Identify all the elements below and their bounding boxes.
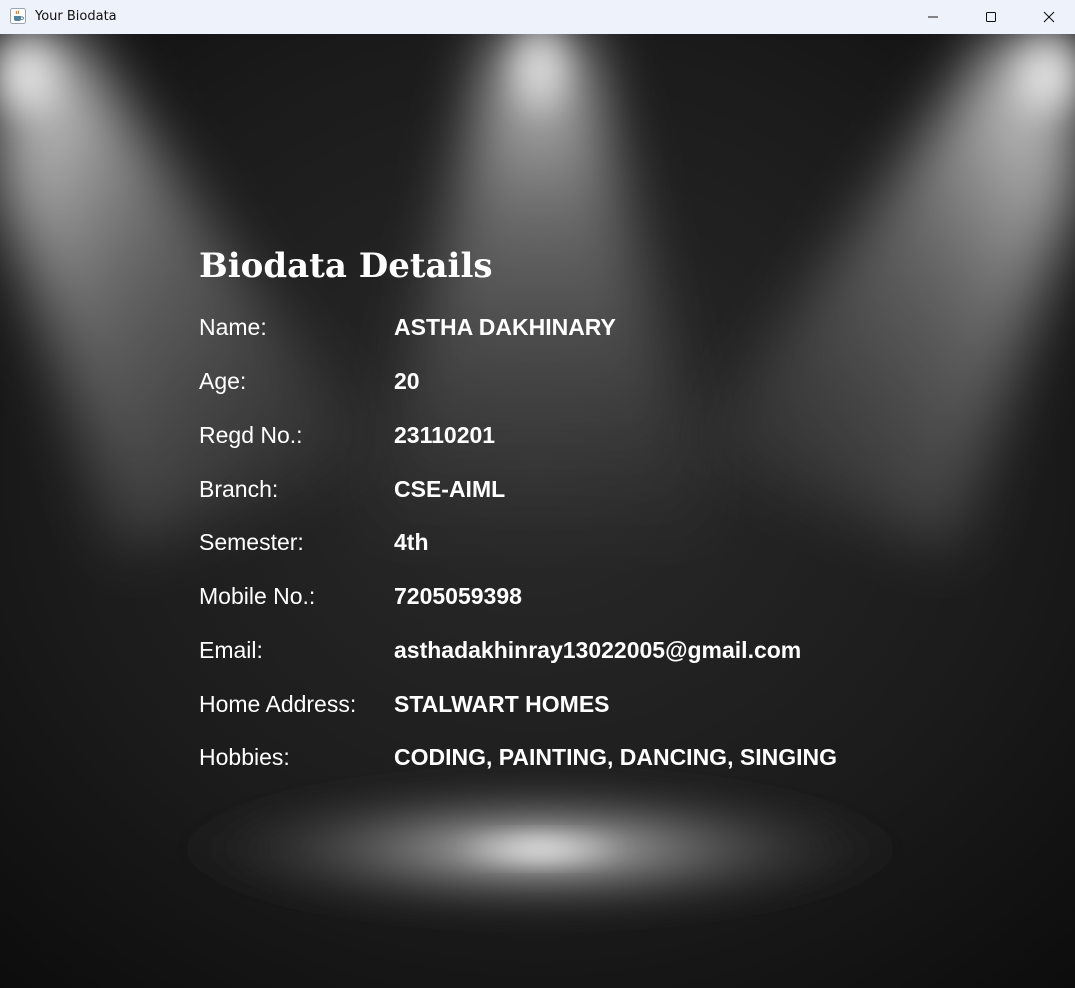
- regd-no-label: Regd No.:: [199, 422, 303, 448]
- maximize-icon: [986, 12, 996, 22]
- spotlight-stage: Biodata Details Name: ASTHA DAKHINARY Ag…: [0, 34, 1075, 988]
- app-window: Your Biodata Biodata Details Name: ASTHA…: [0, 0, 1075, 988]
- close-icon: [1043, 11, 1055, 23]
- field-row-semester: Semester: 4th: [199, 529, 959, 559]
- close-button[interactable]: [1020, 0, 1075, 34]
- java-coffee-cup-icon: [10, 8, 26, 24]
- field-row-name: Name: ASTHA DAKHINARY: [199, 314, 959, 344]
- age-value: 20: [394, 368, 420, 394]
- field-row-email: Email: asthadakhinray13022005@gmail.com: [199, 637, 959, 667]
- biodata-panel: Biodata Details Name: ASTHA DAKHINARY Ag…: [0, 34, 1075, 988]
- email-label: Email:: [199, 637, 263, 663]
- name-value: ASTHA DAKHINARY: [394, 314, 616, 340]
- title-bar[interactable]: Your Biodata: [0, 0, 1075, 34]
- regd-no-value: 23110201: [394, 422, 496, 448]
- field-row-branch: Branch: CSE-AIML: [199, 476, 959, 506]
- mobile-no-value: 7205059398: [394, 583, 522, 609]
- semester-label: Semester:: [199, 529, 304, 555]
- minimize-button[interactable]: [904, 0, 962, 34]
- hobbies-label: Hobbies:: [199, 744, 290, 770]
- name-label: Name:: [199, 314, 267, 340]
- field-row-hobbies: Hobbies: CODING, PAINTING, DANCING, SING…: [199, 744, 959, 774]
- email-value: asthadakhinray13022005@gmail.com: [394, 637, 802, 663]
- hobbies-value: CODING, PAINTING, DANCING, SINGING: [394, 744, 837, 770]
- age-label: Age:: [199, 368, 247, 394]
- window-title: Your Biodata: [35, 9, 117, 24]
- page-title: Biodata Details: [199, 246, 493, 286]
- field-row-home-address: Home Address: STALWART HOMES: [199, 691, 959, 721]
- field-row-mobile-no: Mobile No.: 7205059398: [199, 583, 959, 613]
- minimize-icon: [928, 16, 938, 18]
- semester-value: 4th: [394, 529, 429, 555]
- maximize-button[interactable]: [962, 0, 1020, 34]
- field-row-age: Age: 20: [199, 368, 959, 398]
- branch-label: Branch:: [199, 476, 279, 502]
- home-address-label: Home Address:: [199, 691, 357, 717]
- home-address-value: STALWART HOMES: [394, 691, 610, 717]
- mobile-no-label: Mobile No.:: [199, 583, 316, 609]
- branch-value: CSE-AIML: [394, 476, 506, 502]
- field-row-regd-no: Regd No.: 23110201: [199, 422, 959, 452]
